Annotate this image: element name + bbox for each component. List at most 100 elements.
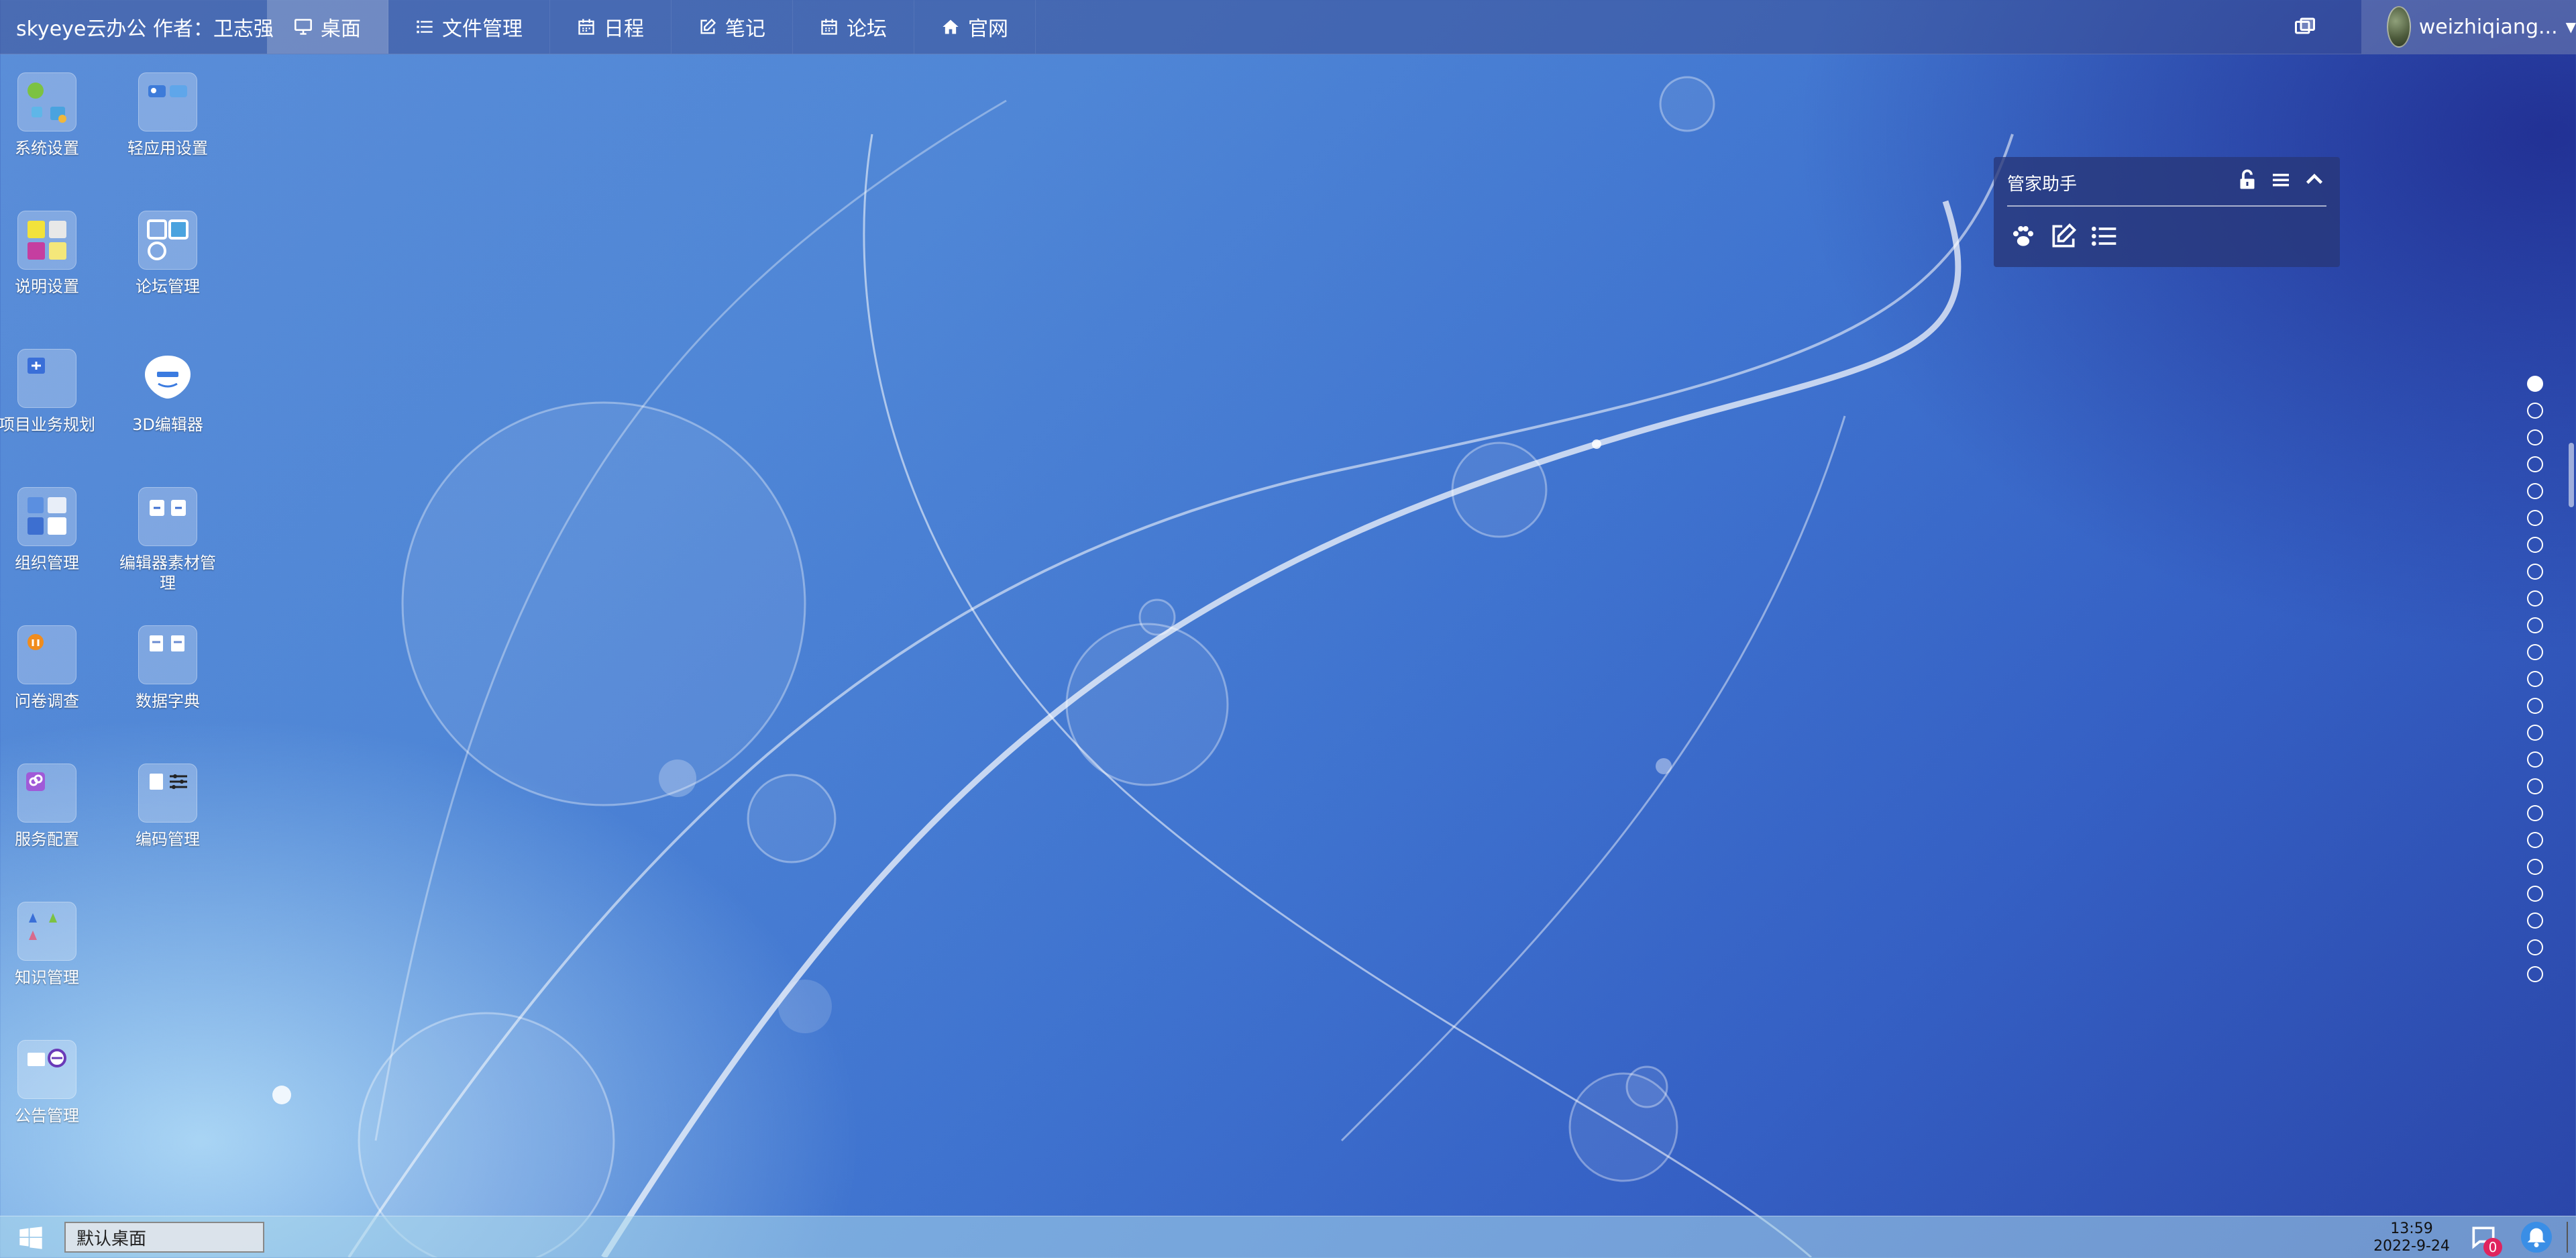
desktop-icon-description-settings[interactable]: 说明设置	[0, 211, 101, 297]
pager-dot[interactable]	[2527, 590, 2543, 607]
pager-dot[interactable]	[2527, 403, 2543, 419]
desktop-icon-light-app-settings[interactable]: 轻应用设置	[114, 72, 221, 158]
monitor-icon	[294, 17, 313, 36]
list-icon[interactable]	[2089, 221, 2118, 251]
service-config-icon	[17, 764, 76, 823]
scrollbar[interactable]	[2569, 443, 2574, 507]
pager-dot[interactable]	[2527, 564, 2543, 580]
desktop-icon-service-config[interactable]: 服务配置	[0, 764, 101, 849]
system-settings-icon	[17, 72, 76, 132]
show-desktop-divider[interactable]	[2567, 1222, 2568, 1253]
pager-dot[interactable]	[2527, 537, 2543, 553]
top-navbar: skyeye云办公 作者：卫志强 桌面 文件管理 日程 笔记 论坛 官网 wei…	[0, 0, 2576, 54]
assistant-title: 管家助手	[2007, 174, 2078, 195]
list-icon	[415, 17, 434, 36]
pager-dot[interactable]	[2527, 456, 2543, 472]
pager-dot[interactable]	[2527, 376, 2543, 392]
window-switch-icon[interactable]	[2293, 15, 2317, 39]
avatar	[2387, 6, 2411, 48]
editor-material-icon	[138, 487, 197, 546]
username: weizhiqiang...	[2418, 15, 2558, 39]
pager-dot[interactable]	[2527, 886, 2543, 902]
pager-dot[interactable]	[2527, 429, 2543, 445]
icon-label: 组织管理	[15, 554, 79, 572]
nav-desktop[interactable]: 桌面	[267, 0, 388, 54]
nav-label: 论坛	[847, 17, 887, 41]
pager-dot[interactable]	[2527, 483, 2543, 499]
nav-notes[interactable]: 笔记	[672, 0, 793, 54]
nav-forum[interactable]: 论坛	[793, 0, 914, 54]
nav-schedule[interactable]: 日程	[550, 0, 672, 54]
icon-label: 系统设置	[15, 139, 79, 158]
divider	[2007, 205, 2326, 207]
pager-dot[interactable]	[2527, 725, 2543, 741]
icon-label: 问卷调查	[15, 692, 79, 711]
icon-label: 3D编辑器	[132, 415, 203, 434]
nav-label: 官网	[968, 17, 1008, 41]
nav-official-site[interactable]: 官网	[914, 0, 1036, 54]
icon-label: 轻应用设置	[127, 139, 208, 158]
desktop-icon-data-dictionary[interactable]: 数据字典	[114, 625, 221, 711]
desktop-icon-editor-material[interactable]: 编辑器素材管理	[114, 487, 221, 593]
calendar-icon	[820, 17, 839, 36]
pager-dot[interactable]	[2527, 912, 2543, 929]
paw-icon[interactable]	[2008, 221, 2038, 251]
desktop-icon-3d-editor[interactable]: 3D编辑器	[114, 349, 221, 435]
clock-time: 13:59	[2390, 1220, 2433, 1237]
pager-dot[interactable]	[2527, 698, 2543, 714]
desktop-icon-survey[interactable]: 问卷调查	[0, 625, 101, 711]
edit-icon[interactable]	[2049, 221, 2078, 251]
code-management-icon	[138, 764, 197, 823]
nav-file-management[interactable]: 文件管理	[388, 0, 550, 54]
desktop-icon-code-management[interactable]: 编码管理	[114, 764, 221, 849]
pager-dot[interactable]	[2527, 859, 2543, 875]
announcement-management-icon	[17, 1040, 76, 1099]
desktop-icon-project-planning[interactable]: 项目业务规划	[0, 349, 101, 435]
main-nav: 桌面 文件管理 日程 笔记 论坛 官网	[267, 0, 1036, 54]
assistant-panel: 管家助手	[1994, 157, 2340, 267]
icon-label: 论坛管理	[136, 277, 200, 296]
nav-label: 桌面	[321, 17, 361, 41]
pager-dot[interactable]	[2527, 939, 2543, 955]
app-brand: skyeye云办公 作者：卫志强	[16, 17, 274, 41]
icon-label: 服务配置	[15, 830, 79, 849]
desktop-icon-organization-management[interactable]: 组织管理	[0, 487, 101, 573]
taskbar: 默认桌面 13:59 2022-9-24 0	[0, 1216, 2576, 1258]
desktop-icon-forum-management[interactable]: 论坛管理	[114, 211, 221, 297]
3d-editor-icon	[138, 349, 197, 408]
desktop-icon-knowledge-management[interactable]: 知识管理	[0, 902, 101, 988]
edit-icon	[698, 17, 717, 36]
desktop-icon-system-settings[interactable]: 系统设置	[0, 72, 101, 158]
unlock-icon[interactable]	[2235, 168, 2259, 192]
clock-date: 2022-9-24	[2373, 1238, 2450, 1255]
icon-label: 说明设置	[15, 277, 79, 296]
user-menu[interactable]: weizhiqiang... ▼	[2361, 0, 2576, 54]
project-planning-icon	[17, 349, 76, 408]
windows-start-icon[interactable]	[17, 1224, 44, 1251]
icon-label: 编辑器素材管理	[119, 554, 216, 592]
knowledge-management-icon	[17, 902, 76, 961]
pager-dot[interactable]	[2527, 751, 2543, 768]
description-settings-icon	[17, 211, 76, 270]
pager-dot[interactable]	[2527, 617, 2543, 633]
pager-dot[interactable]	[2527, 510, 2543, 526]
icon-label: 项目业务规划	[0, 415, 95, 434]
calendar-icon	[577, 17, 596, 36]
desktop-icon-announcement-management[interactable]: 公告管理	[0, 1040, 101, 1126]
chevron-up-icon[interactable]	[2302, 168, 2326, 192]
pager-dot[interactable]	[2527, 671, 2543, 687]
nav-label: 文件管理	[442, 17, 523, 41]
survey-icon	[17, 625, 76, 684]
data-dictionary-icon	[138, 625, 197, 684]
menu-icon[interactable]	[2269, 168, 2293, 192]
pager-dot[interactable]	[2527, 644, 2543, 660]
nav-label: 笔记	[725, 17, 765, 41]
pager-dot[interactable]	[2527, 805, 2543, 821]
organization-management-icon	[17, 487, 76, 546]
bell-icon[interactable]	[2521, 1222, 2552, 1253]
pager-dot[interactable]	[2527, 966, 2543, 982]
pager-dot[interactable]	[2527, 778, 2543, 794]
taskbar-item-default-desktop[interactable]: 默认桌面	[64, 1222, 264, 1253]
notification-badge: 0	[2483, 1238, 2502, 1257]
pager-dot[interactable]	[2527, 832, 2543, 848]
